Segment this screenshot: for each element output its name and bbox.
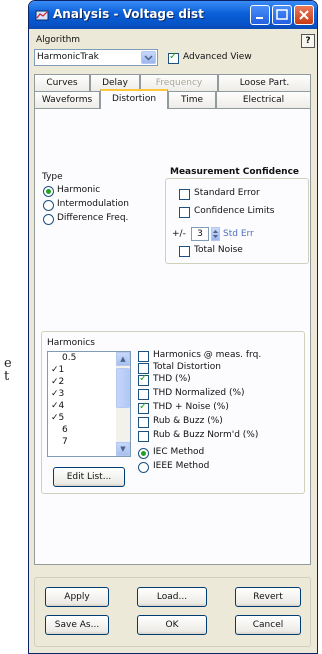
tab-electrical[interactable]: Electrical <box>216 91 311 109</box>
analysis-window: Analysis - Voltage dist Algorithm ? Harm… <box>28 0 318 654</box>
title-bar[interactable]: Analysis - Voltage dist <box>29 1 317 29</box>
radio-difference-freq[interactable] <box>43 214 54 225</box>
confidence-limits-checkbox[interactable] <box>179 207 190 218</box>
radio-ieee-method[interactable] <box>138 462 149 473</box>
list-item[interactable]: 6 <box>62 425 68 435</box>
radio-intermodulation[interactable] <box>43 200 54 211</box>
total-distortion-label: Total Distortion <box>153 362 221 372</box>
radio-harmonic[interactable] <box>43 186 54 197</box>
radio-difference-freq-label: Difference Freq. <box>57 213 129 223</box>
plus-minus-label: +/- <box>172 229 186 239</box>
maximize-button[interactable] <box>272 5 292 25</box>
load-button[interactable]: Load... <box>137 587 207 607</box>
save-as-button[interactable]: Save As... <box>45 615 109 635</box>
algorithm-select[interactable]: HarmonicTrak <box>34 49 158 66</box>
rub-buzz-normd-label: Rub & Buzz Norm'd (%) <box>153 430 259 440</box>
thd-checkbox[interactable] <box>138 373 149 386</box>
window-title: Analysis - Voltage dist <box>53 7 204 21</box>
tab-waveforms[interactable]: Waveforms <box>34 91 100 109</box>
thd-normalized-label: THD Normalized (%) <box>153 388 245 398</box>
harmonics-listbox[interactable]: 0.5 ✓1 ✓2 ✓3 ✓4 ✓5 6 7 ▲ ▼ <box>47 351 131 457</box>
list-item[interactable]: 7 <box>62 437 68 447</box>
total-noise-label: Total Noise <box>194 245 243 255</box>
spin-button[interactable] <box>211 227 220 241</box>
scroll-up-icon[interactable]: ▲ <box>116 352 130 366</box>
radio-intermodulation-label: Intermodulation <box>57 199 129 209</box>
advanced-view-checkbox[interactable] <box>168 51 179 64</box>
spin-arrows-icon <box>213 230 218 238</box>
std-err-spin-input[interactable]: 3 <box>191 227 209 241</box>
standard-error-checkbox[interactable] <box>179 189 190 200</box>
close-icon <box>299 10 309 20</box>
list-item[interactable]: 0.5 <box>62 353 76 363</box>
std-err-unit-label: Std Err <box>223 229 254 239</box>
tab-curves[interactable]: Curves <box>34 74 90 92</box>
revert-button[interactable]: Revert <box>235 587 301 607</box>
cancel-button[interactable]: Cancel <box>235 615 301 635</box>
thd-normalized-checkbox[interactable] <box>138 389 149 400</box>
advanced-view-label: Advanced View <box>183 52 252 62</box>
list-item[interactable]: ✓2 <box>51 377 64 387</box>
close-button[interactable] <box>294 5 314 25</box>
apply-button[interactable]: Apply <box>45 587 109 607</box>
rub-buzz-label: Rub & Buzz (%) <box>153 416 223 426</box>
app-icon <box>35 10 49 21</box>
ok-button[interactable]: OK <box>137 615 207 635</box>
tab-distortion[interactable]: Distortion <box>100 89 168 109</box>
dropdown-arrow[interactable] <box>141 51 156 64</box>
total-noise-checkbox[interactable] <box>179 246 190 257</box>
harmonics-scrollbar[interactable]: ▲ ▼ <box>116 352 130 456</box>
iec-method-label: IEC Method <box>153 447 205 457</box>
thd-label: THD (%) <box>153 374 191 384</box>
rub-buzz-normd-checkbox[interactable] <box>138 431 149 442</box>
maximize-icon <box>276 9 288 20</box>
list-item[interactable]: ✓4 <box>51 401 64 411</box>
list-item[interactable]: ✓1 <box>51 365 64 375</box>
minimize-icon <box>256 17 263 19</box>
standard-error-label: Standard Error <box>194 188 260 198</box>
radio-iec-method[interactable] <box>138 448 149 459</box>
chevron-down-icon <box>144 55 153 61</box>
confidence-limits-label: Confidence Limits <box>194 206 275 216</box>
algorithm-label: Algorithm <box>36 35 81 45</box>
harmonics-meas-freq-checkbox[interactable] <box>138 351 149 362</box>
ieee-method-label: IEEE Method <box>153 461 210 471</box>
harmonics-meas-freq-label: Harmonics @ meas. frq. <box>153 350 262 360</box>
distortion-panel: Type Harmonic Intermodulation Difference… <box>34 108 311 565</box>
tab-time[interactable]: Time <box>168 91 216 109</box>
help-button[interactable]: ? <box>301 34 315 48</box>
list-item[interactable]: ✓5 <box>51 413 64 423</box>
scroll-down-icon[interactable]: ▼ <box>116 442 130 456</box>
scroll-thumb[interactable] <box>116 368 130 408</box>
tab-loose-part[interactable]: Loose Part. <box>218 74 311 92</box>
minimize-button[interactable] <box>250 5 270 25</box>
thd-noise-checkbox[interactable] <box>138 401 149 414</box>
stray-text-2: t <box>4 369 10 384</box>
rub-buzz-checkbox[interactable] <box>138 417 149 428</box>
list-item[interactable]: ✓3 <box>51 389 64 399</box>
radio-harmonic-label: Harmonic <box>57 185 101 195</box>
measurement-confidence-label: Measurement Confidence <box>170 167 300 177</box>
harmonics-label: Harmonics <box>47 338 95 348</box>
type-label: Type <box>42 172 63 182</box>
thd-noise-label: THD + Noise (%) <box>153 402 229 412</box>
algorithm-value: HarmonicTrak <box>37 52 99 62</box>
edit-list-button[interactable]: Edit List... <box>53 467 125 487</box>
